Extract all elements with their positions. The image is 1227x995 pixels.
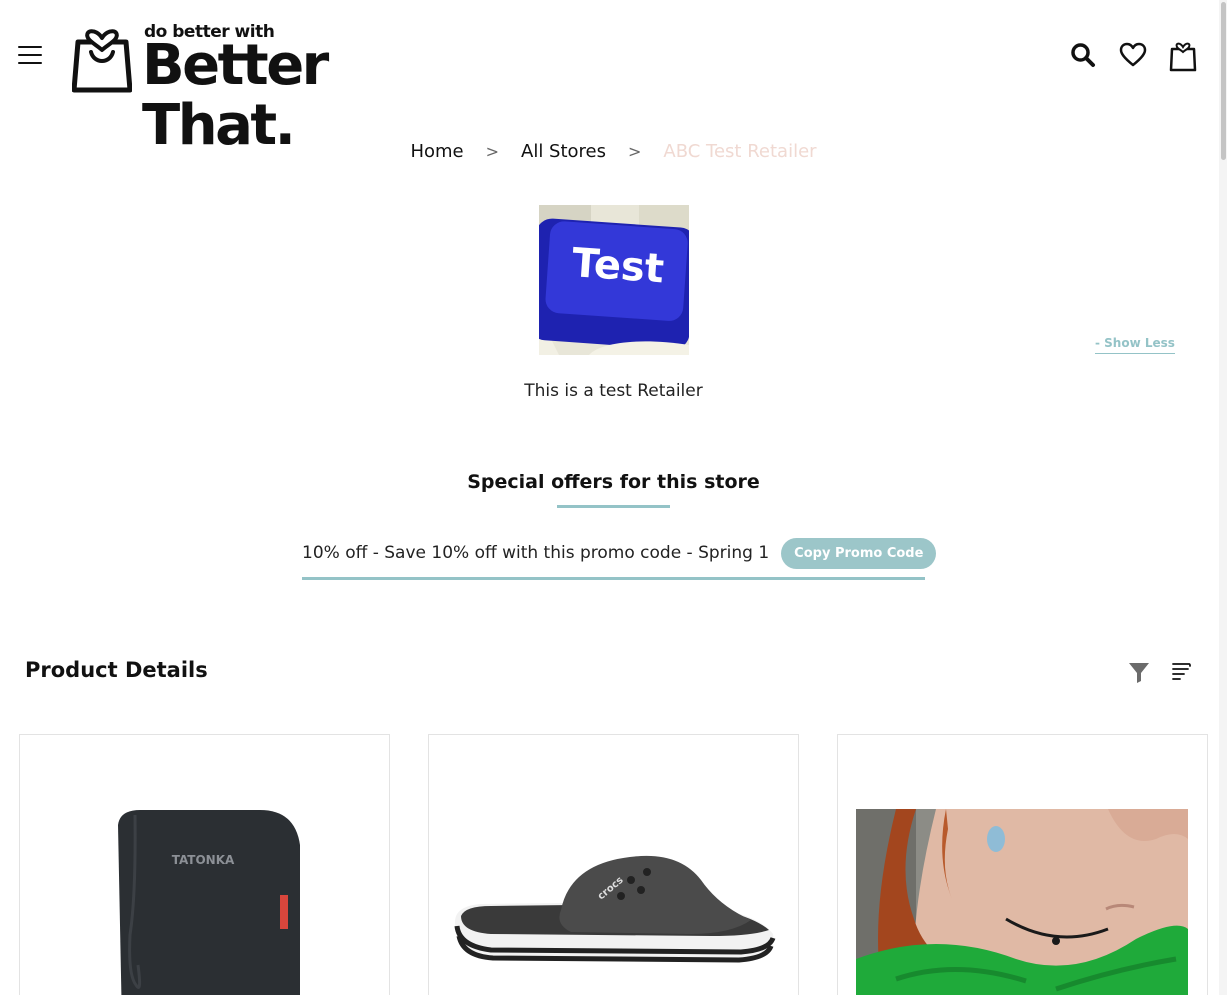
wallet-brand-text: TATONKA <box>172 853 235 867</box>
breadcrumb: Home > All Stores > ABC Test Retailer <box>0 141 1227 162</box>
product-section-title: Product Details <box>25 658 208 682</box>
choker-necklace-model-image <box>856 809 1188 995</box>
sort-icon[interactable] <box>1169 660 1193 684</box>
breadcrumb-home[interactable]: Home <box>410 141 463 162</box>
scrollbar-thumb[interactable] <box>1221 2 1226 160</box>
breadcrumb-all-stores[interactable]: All Stores <box>521 141 606 162</box>
promo-text: 10% off - Save 10% off with this promo c… <box>302 543 770 563</box>
shopping-bag-icon[interactable] <box>1169 38 1197 72</box>
chevron-right-icon: > <box>628 142 642 161</box>
travel-wallet-image: TATONKA <box>118 810 300 995</box>
copy-promo-code-button[interactable]: Copy Promo Code <box>781 538 937 569</box>
heart-icon[interactable] <box>1119 38 1147 72</box>
show-less-link[interactable]: - Show Less <box>1095 336 1175 354</box>
store-logo-image: Test <box>539 205 689 355</box>
menu-icon[interactable] <box>18 46 42 66</box>
product-card[interactable]: crocs <box>428 734 799 995</box>
offers-title-underline <box>557 505 670 508</box>
breadcrumb-current: ABC Test Retailer <box>663 141 817 162</box>
logo-bag-icon <box>72 29 132 93</box>
store-logo-text: Test <box>570 240 665 292</box>
chevron-right-icon: > <box>485 142 499 161</box>
site-header: do better with Better That. <box>0 0 1227 156</box>
product-card[interactable] <box>837 734 1208 995</box>
logo-wordmark: Better That. <box>142 33 329 158</box>
product-card[interactable]: TATONKA <box>19 734 390 995</box>
filter-icon[interactable] <box>1127 660 1151 684</box>
store-description: This is a test Retailer <box>524 381 703 401</box>
promo-offer: 10% off - Save 10% off with this promo c… <box>302 538 937 580</box>
offers-title: Special offers for this store <box>467 471 760 493</box>
search-icon[interactable] <box>1069 38 1097 72</box>
site-logo[interactable]: do better with Better That. <box>72 20 462 156</box>
slide-sandal-image: crocs <box>454 855 776 963</box>
